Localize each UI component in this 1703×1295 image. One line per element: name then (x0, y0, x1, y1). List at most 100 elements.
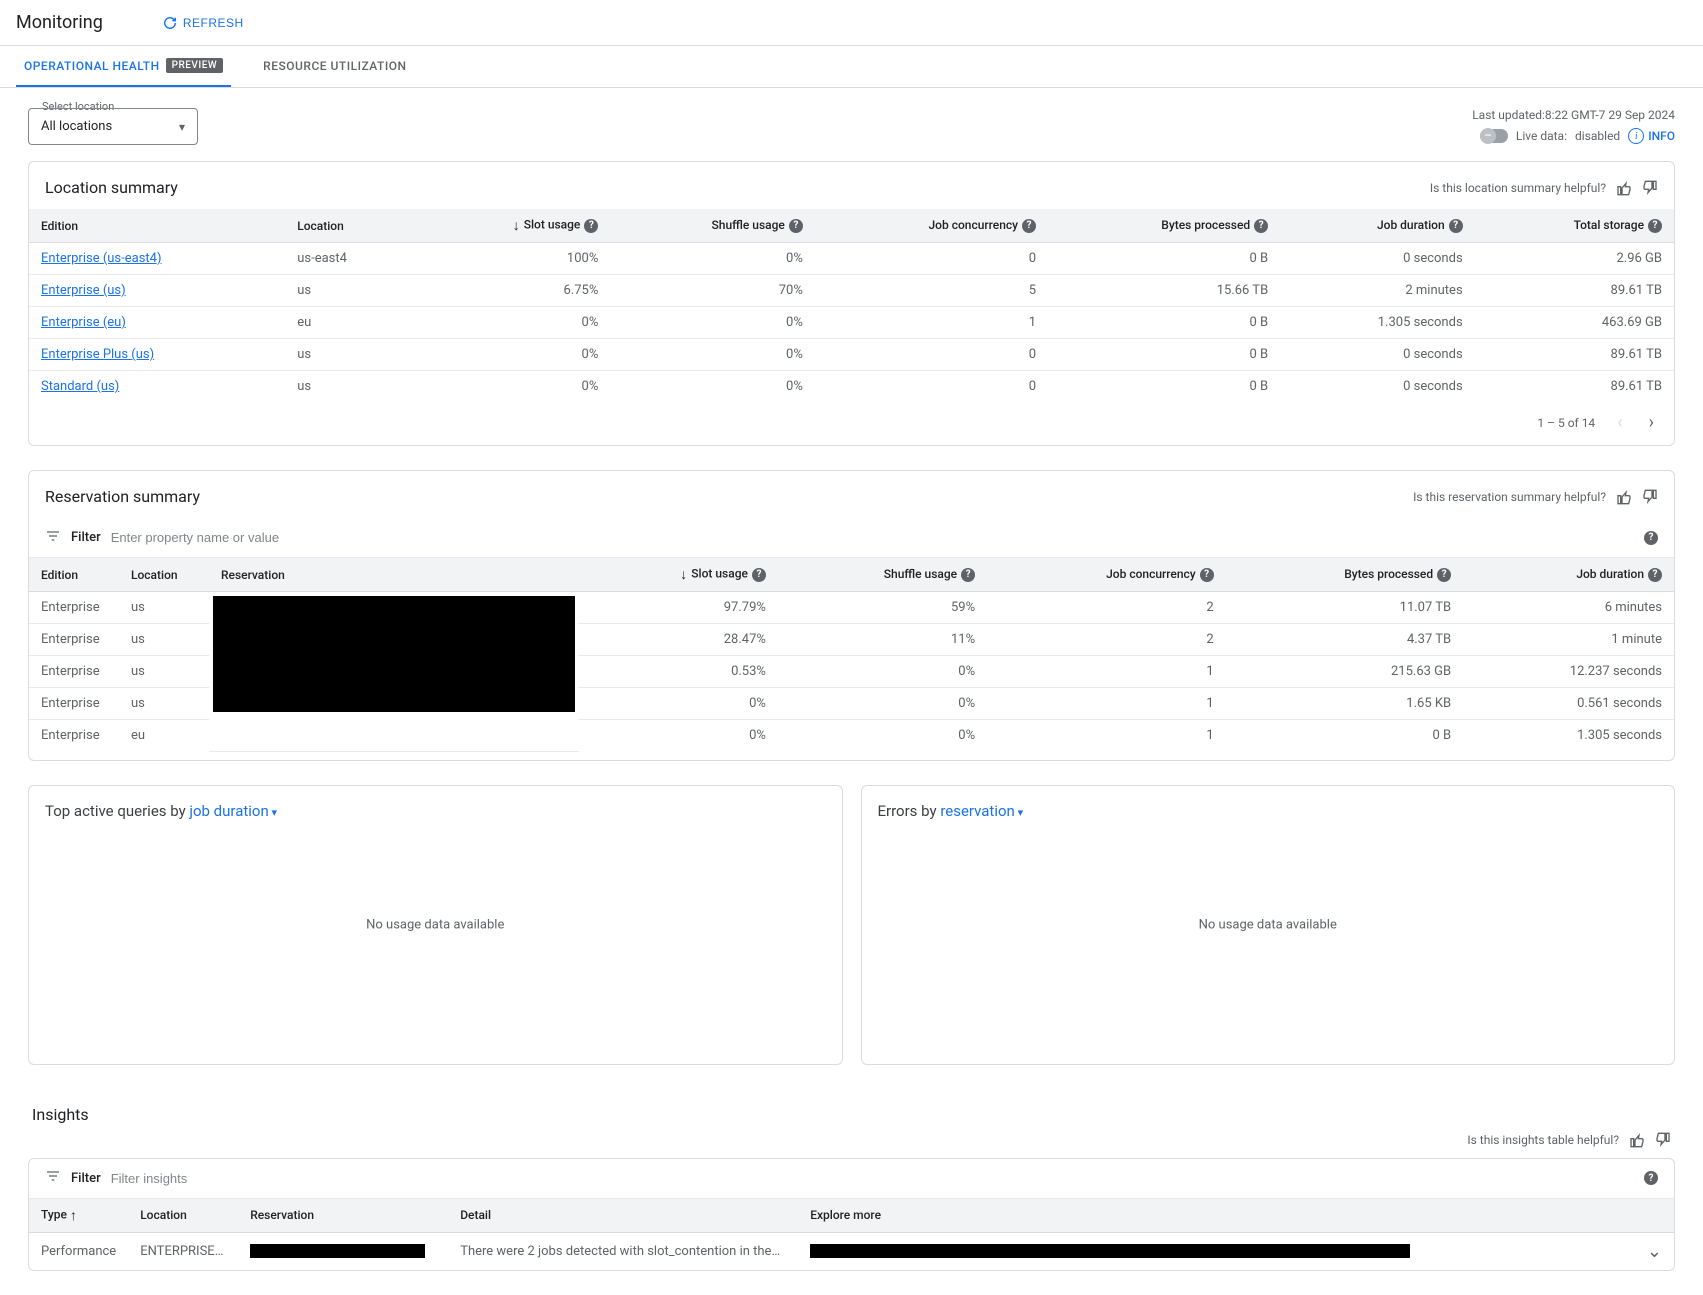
col-detail[interactable]: Detail (448, 1199, 798, 1233)
cell-concurrency: 0 (815, 371, 1048, 403)
thumb-down-icon[interactable] (1642, 489, 1658, 505)
next-page-button[interactable]: › (1645, 412, 1658, 433)
reservation-helpful-text: Is this reservation summary helpful? (1413, 490, 1606, 504)
filter-input[interactable] (111, 524, 1630, 551)
insights-helpful-text: Is this insights table helpful? (1467, 1133, 1619, 1147)
help-icon[interactable]: ? (1200, 568, 1214, 582)
help-icon[interactable]: ? (1648, 568, 1662, 582)
job-duration-dropdown[interactable]: job duration (189, 802, 277, 820)
reservation-dropdown[interactable]: reservation (940, 802, 1023, 820)
col-reservation[interactable]: Reservation (238, 1199, 448, 1233)
col-reservation[interactable]: Reservation (209, 558, 579, 592)
col-location[interactable]: Location (285, 209, 416, 243)
help-icon[interactable]: ? (1449, 219, 1463, 233)
cell-bytes: 4.37 TB (1226, 624, 1463, 656)
col-edition[interactable]: Edition (29, 209, 285, 243)
cell-location: us (285, 371, 416, 403)
col-edition[interactable]: Edition (29, 558, 119, 592)
select-location-dropdown[interactable]: All locations (28, 108, 198, 145)
thumb-up-icon[interactable] (1629, 1132, 1645, 1148)
edition-link[interactable]: Enterprise Plus (us) (41, 347, 154, 362)
cell-location: us (119, 656, 209, 688)
col-bytes-processed[interactable]: Bytes processed? (1226, 558, 1463, 592)
col-location[interactable]: Location (128, 1199, 238, 1233)
preview-badge: PREVIEW (166, 58, 224, 73)
cell-bytes: 0 B (1048, 339, 1280, 371)
cell-edition: Enterprise (29, 624, 119, 656)
cell-duration: 1 minute (1463, 624, 1674, 656)
help-icon[interactable]: ? (1437, 568, 1451, 582)
col-shuffle-usage[interactable]: Shuffle usage? (778, 558, 987, 592)
insights-row[interactable]: Performance ENTERPRISE… There were 2 job… (29, 1232, 1674, 1270)
col-job-concurrency[interactable]: Job concurrency? (815, 209, 1048, 243)
tab-resource-utilization[interactable]: RESOURCE UTILIZATION (255, 46, 414, 87)
edition-link[interactable]: Standard (us) (41, 379, 119, 394)
filter-insights-input[interactable] (111, 1165, 1630, 1192)
page-title: Monitoring (16, 12, 103, 33)
col-location[interactable]: Location (119, 558, 209, 592)
help-icon[interactable]: ? (1648, 219, 1662, 233)
col-explore[interactable]: Explore more (798, 1199, 1634, 1233)
col-total-storage[interactable]: Total storage? (1475, 209, 1674, 243)
cell-shuffle: 0% (610, 307, 814, 339)
edition-link[interactable]: Enterprise (us) (41, 283, 126, 298)
col-job-concurrency[interactable]: Job concurrency? (987, 558, 1226, 592)
help-icon[interactable]: ? (961, 568, 975, 582)
live-data-status: disabled (1575, 129, 1620, 143)
cell-concurrency: 1 (987, 720, 1226, 752)
live-data-toggle[interactable] (1480, 129, 1508, 143)
col-job-duration[interactable]: Job duration? (1280, 209, 1474, 243)
cell-duration: 12.237 seconds (1463, 656, 1674, 688)
col-type[interactable]: Type ↑ (29, 1199, 128, 1233)
cell-location: us (119, 688, 209, 720)
cell-duration: 0 seconds (1280, 371, 1474, 403)
no-data-text: No usage data available (366, 917, 504, 932)
help-icon[interactable]: ? (1022, 219, 1036, 233)
help-icon[interactable]: ? (1644, 1171, 1658, 1185)
cell-location: eu (119, 720, 209, 752)
cell-concurrency: 2 (987, 592, 1226, 624)
help-icon[interactable]: ? (1254, 219, 1268, 233)
cell-concurrency: 2 (987, 624, 1226, 656)
thumb-up-icon[interactable] (1616, 489, 1632, 505)
live-data-label: Live data: (1516, 129, 1567, 143)
table-row: Enterprise (us-east4) us-east4 100% 0% 0… (29, 243, 1674, 275)
prev-page-button[interactable]: ‹ (1613, 412, 1626, 433)
cell-concurrency: 1 (987, 656, 1226, 688)
tab-operational-health[interactable]: OPERATIONAL HEALTH PREVIEW (16, 46, 231, 87)
cell-bytes: 215.63 GB (1226, 656, 1463, 688)
info-link[interactable]: i INFO (1628, 128, 1675, 144)
cell-duration: 2 minutes (1280, 275, 1474, 307)
filter-icon (45, 528, 61, 548)
cell-bytes: 0 B (1048, 307, 1280, 339)
edition-link[interactable]: Enterprise (us-east4) (41, 251, 162, 266)
help-icon[interactable]: ? (752, 568, 766, 582)
cell-explore-redacted (798, 1232, 1634, 1270)
col-slot-usage[interactable]: ↓Slot usage? (416, 209, 610, 243)
col-shuffle-usage[interactable]: Shuffle usage? (610, 209, 814, 243)
thumb-down-icon[interactable] (1642, 180, 1658, 196)
help-icon[interactable]: ? (1644, 531, 1658, 545)
thumb-up-icon[interactable] (1616, 180, 1632, 196)
expand-row-icon[interactable]: ⌄ (1647, 1241, 1662, 1262)
col-bytes-processed[interactable]: Bytes processed? (1048, 209, 1280, 243)
help-icon[interactable]: ? (584, 219, 598, 233)
cell-bytes: 0 B (1226, 720, 1463, 752)
cell-concurrency: 1 (987, 688, 1226, 720)
thumb-down-icon[interactable] (1655, 1132, 1671, 1148)
insights-title: Insights (28, 1089, 1675, 1132)
edition-link[interactable]: Enterprise (eu) (41, 315, 126, 330)
col-slot-usage[interactable]: ↓Slot usage? (579, 558, 778, 592)
help-icon[interactable]: ? (789, 219, 803, 233)
table-row: Standard (us) us 0% 0% 0 0 B 0 seconds 8… (29, 371, 1674, 403)
cell-storage: 2.96 GB (1475, 243, 1674, 275)
sort-up-icon: ↑ (70, 1207, 77, 1224)
col-job-duration[interactable]: Job duration? (1463, 558, 1674, 592)
cell-duration: 6 minutes (1463, 592, 1674, 624)
refresh-button[interactable]: REFRESH (163, 16, 244, 30)
cell-edition: Enterprise (29, 688, 119, 720)
cell-slot: 100% (416, 243, 610, 275)
cell-slot: 6.75% (416, 275, 610, 307)
cell-shuffle: 0% (778, 720, 987, 752)
location-helpful-text: Is this location summary helpful? (1430, 181, 1606, 195)
